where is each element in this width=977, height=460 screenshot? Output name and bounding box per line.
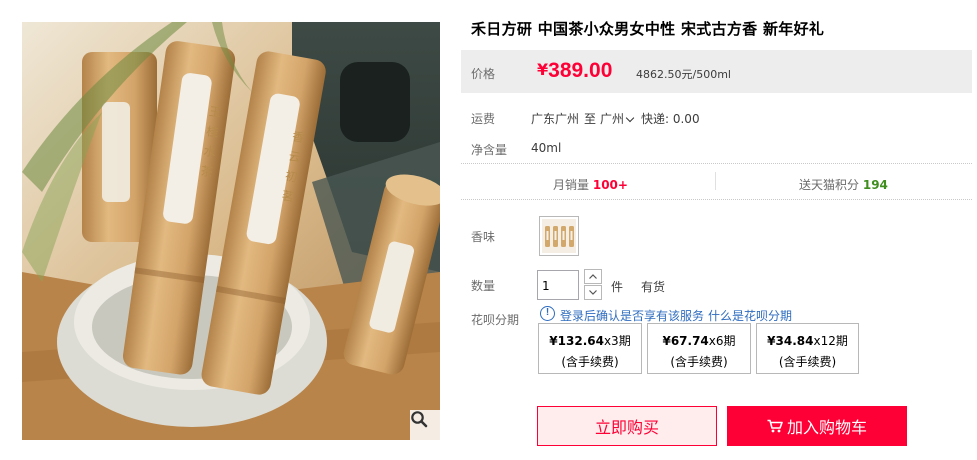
product-image[interactable]: 玉 桂 水 茶 香 云 初 茗 [22, 22, 440, 440]
magnifier-icon [411, 411, 428, 428]
stats-separator [715, 172, 716, 190]
cart-icon [767, 419, 783, 433]
installment-option-6[interactable]: ¥67.74x6期 (含手续费) [647, 323, 751, 374]
price-panel: 价格 ¥389.00 4862.50元/500ml [461, 50, 972, 93]
login-notice-link[interactable]: 登录后确认是否享有该服务 [560, 307, 704, 324]
installment-amount: ¥34.84 [767, 334, 814, 348]
installment-fee: (含手续费) [778, 355, 837, 369]
tmall-points: 送天猫积分 194 [799, 176, 888, 193]
product-photo [22, 22, 440, 440]
divider [461, 199, 972, 200]
price-amount: 389.00 [548, 59, 613, 82]
shipping-label: 运费 [471, 112, 496, 126]
shipping-express: 快递: 0.00 [641, 112, 700, 126]
quantity-unit: 件 [611, 280, 624, 294]
installment-help-link[interactable]: 什么是花呗分期 [708, 307, 792, 324]
buy-now-button[interactable]: 立即购买 [537, 406, 717, 446]
quantity-input[interactable]: 1 [537, 270, 579, 300]
installment-option-3[interactable]: ¥132.64x3期 (含手续费) [538, 323, 642, 374]
add-to-cart-button[interactable]: 加入购物车 [727, 406, 907, 446]
installment-option-12[interactable]: ¥34.84x12期 (含手续费) [756, 323, 859, 374]
installment-option-amount: ¥34.84x12期 [757, 332, 858, 349]
monthly-sales-label: 月销量 [553, 178, 590, 192]
tmall-points-label: 送天猫积分 [799, 178, 860, 192]
quantity-decrease-button[interactable] [584, 285, 602, 300]
stock-status: 有货 [641, 280, 666, 294]
monthly-sales-value: 100+ [592, 178, 628, 192]
volume-value: 40ml [531, 141, 562, 155]
product-title: 禾日方研 中国茶小众男女中性 宋式古方香 新年好礼 [471, 20, 825, 38]
scent-option-swatch[interactable] [539, 216, 579, 256]
tmall-points-value: 194 [862, 178, 888, 192]
shipping-to-label: 至 [584, 112, 597, 126]
installment-periods: x6期 [708, 334, 736, 348]
chevron-up-icon [589, 274, 597, 279]
shipping-from: 广东广州 [531, 112, 580, 126]
monthly-sales: 月销量 100+ [553, 176, 628, 193]
shipping-destination: 广州 [600, 112, 625, 126]
installment-label: 花呗分期 [471, 313, 520, 327]
divider [461, 163, 972, 164]
installment-periods: x12期 [813, 334, 848, 348]
chevron-down-icon [589, 290, 597, 295]
price-value: ¥389.00 [537, 59, 612, 83]
volume-label: 净含量 [471, 143, 508, 157]
buy-now-label: 立即购买 [594, 418, 659, 437]
scent-label: 香味 [471, 230, 496, 244]
quantity-label: 数量 [471, 279, 496, 293]
info-circle-icon: ! [540, 306, 555, 321]
zoom-button[interactable] [410, 410, 440, 440]
price-label: 价格 [471, 67, 496, 81]
installment-amount: ¥67.74 [662, 334, 709, 348]
installment-option-amount: ¥67.74x6期 [648, 332, 750, 349]
quantity-increase-button[interactable] [584, 269, 602, 284]
installment-amount: ¥132.64 [549, 334, 604, 348]
unit-price: 4862.50元/500ml [636, 68, 731, 81]
add-to-cart-label: 加入购物车 [786, 418, 867, 437]
installment-fee: (含手续费) [561, 355, 619, 369]
scent-thumbnail [542, 219, 576, 253]
installment-periods: x3期 [603, 334, 631, 348]
chevron-down-icon [625, 113, 635, 123]
installment-fee: (含手续费) [670, 355, 728, 369]
currency-symbol: ¥ [537, 60, 549, 79]
installment-option-amount: ¥132.64x3期 [539, 332, 641, 349]
shipping-destination-select[interactable]: 广州 [600, 110, 637, 127]
